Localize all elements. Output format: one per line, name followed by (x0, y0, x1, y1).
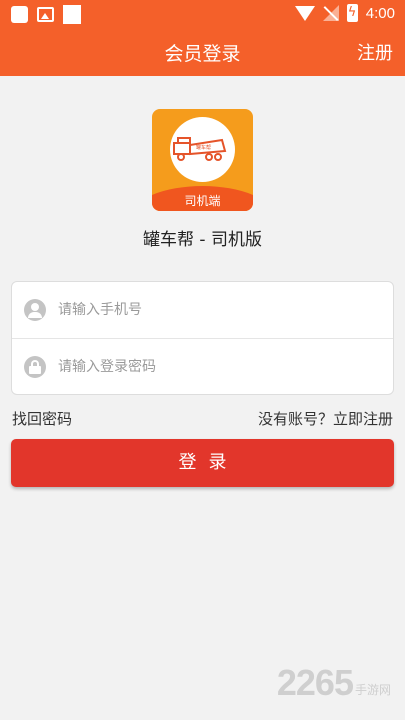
truck-label: 罐车帮 (196, 144, 211, 151)
user-icon (24, 299, 46, 321)
watermark-text: 手游网 (354, 683, 391, 697)
status-notifications (11, 5, 81, 24)
wifi-icon (294, 5, 315, 21)
password-row (12, 339, 393, 396)
forgot-password-link[interactable]: 找回密码 (12, 408, 72, 429)
status-system: 4:00 (294, 4, 395, 22)
page-title: 会员登录 (164, 43, 241, 65)
phone-row (12, 282, 393, 339)
status-time: 4:00 (365, 4, 395, 22)
phone-input[interactable] (58, 295, 378, 325)
lock-icon (24, 356, 46, 378)
logo-badge-text: 司机端 (184, 194, 221, 208)
signup-link[interactable]: 没有账号？立即注册 (258, 408, 393, 429)
watermark: 2265 手游网 (277, 662, 391, 704)
battery-charging-icon (346, 4, 358, 22)
app-name: 罐车帮 - 司机版 (143, 230, 262, 250)
no-signal-icon (322, 5, 339, 21)
notification-block-icon (63, 5, 81, 24)
notification-icon (11, 6, 28, 23)
image-icon (37, 7, 54, 22)
nav-bar: 会员登录 注册 (0, 28, 405, 76)
truck-icon: 罐车帮 (173, 137, 227, 161)
password-input[interactable] (58, 352, 378, 382)
watermark-number: 2265 (276, 662, 354, 703)
login-button[interactable]: 登录 (11, 439, 394, 487)
login-form (11, 281, 394, 395)
app-logo: 罐车帮 司机端 (152, 109, 253, 211)
status-bar: 4:00 (0, 0, 405, 28)
register-button[interactable]: 注册 (357, 39, 393, 65)
